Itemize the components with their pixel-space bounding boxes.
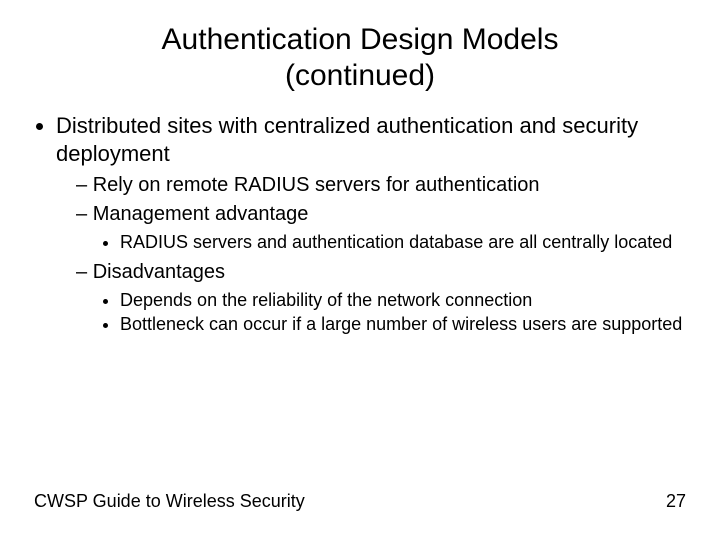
list-item: Rely on remote RADIUS servers for authen…: [76, 173, 686, 198]
bullet-level-1: Distributed sites with centralized authe…: [34, 112, 686, 336]
list-item: Distributed sites with centralized authe…: [56, 112, 686, 336]
bullet-text: Management advantage: [93, 203, 309, 225]
bullet-level-3: Depends on the reliability of the networ…: [76, 289, 686, 336]
bullet-text: Disadvantages: [93, 261, 225, 283]
bullet-level-2: Rely on remote RADIUS servers for authen…: [56, 173, 686, 336]
title-line-1: Authentication Design Models: [162, 23, 559, 56]
title-line-2: (continued): [285, 59, 435, 92]
slide: Authentication Design Models (continued)…: [0, 0, 720, 540]
bullet-text: Distributed sites with centralized authe…: [56, 113, 638, 166]
bullet-level-3: RADIUS servers and authentication databa…: [76, 231, 686, 254]
slide-footer: CWSP Guide to Wireless Security 27: [34, 491, 686, 512]
list-item: Management advantage RADIUS servers and …: [76, 202, 686, 254]
slide-title: Authentication Design Models (continued): [0, 0, 720, 94]
list-item: Bottleneck can occur if a large number o…: [120, 313, 686, 336]
list-item: Disadvantages Depends on the reliability…: [76, 260, 686, 336]
bullet-text: Rely on remote RADIUS servers for authen…: [93, 174, 540, 196]
list-item: Depends on the reliability of the networ…: [120, 289, 686, 312]
bullet-text: RADIUS servers and authentication databa…: [120, 232, 672, 252]
bullet-text: Bottleneck can occur if a large number o…: [120, 314, 682, 334]
bullet-text: Depends on the reliability of the networ…: [120, 290, 532, 310]
footer-left: CWSP Guide to Wireless Security: [34, 491, 305, 512]
slide-content: Distributed sites with centralized authe…: [0, 94, 720, 336]
list-item: RADIUS servers and authentication databa…: [120, 231, 686, 254]
page-number: 27: [666, 491, 686, 512]
